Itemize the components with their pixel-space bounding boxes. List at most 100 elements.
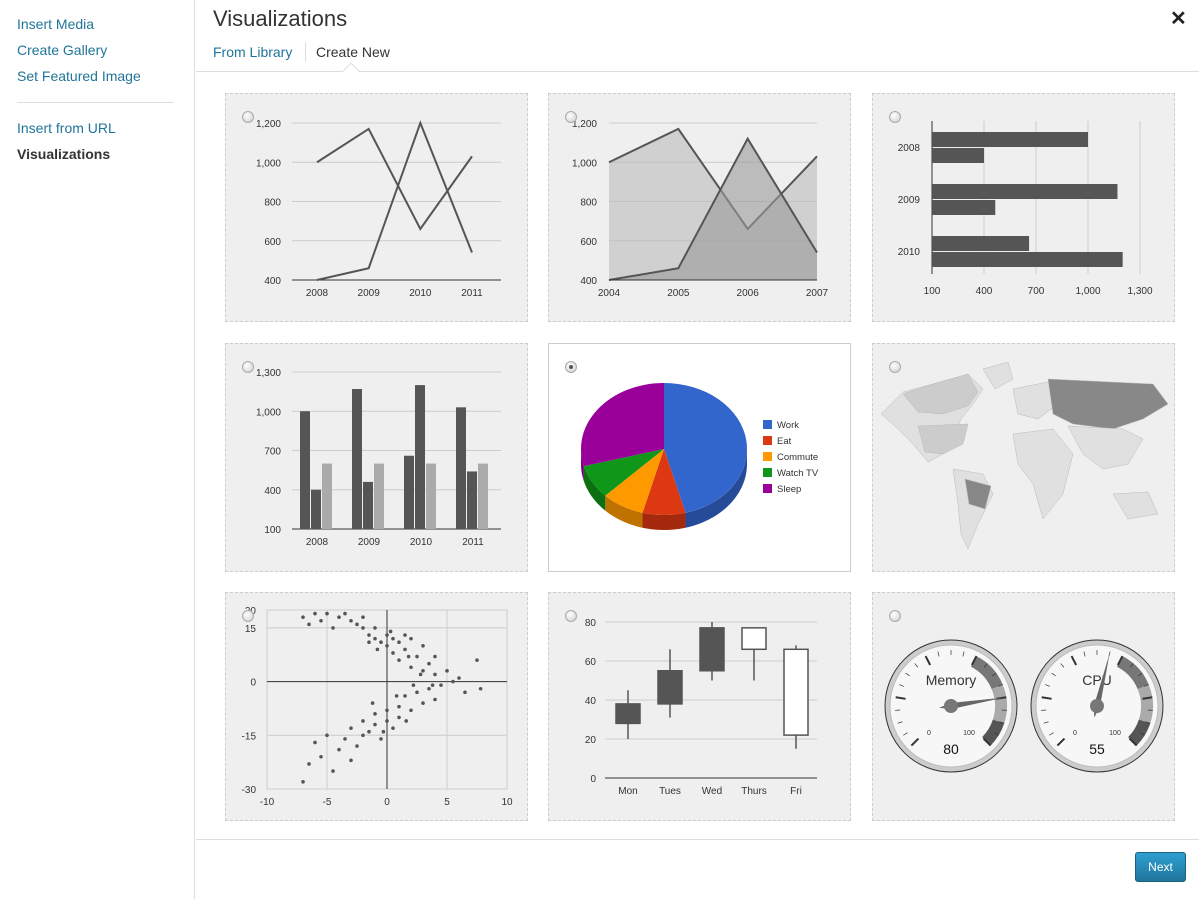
select-radio[interactable] <box>565 361 577 373</box>
line-chart-card[interactable]: 400 600 800 1,000 1,200 2008 2009 2010 2011 <box>225 93 528 322</box>
data-point <box>367 729 371 734</box>
bar <box>404 455 414 529</box>
y-tick-label: 1,200 <box>572 119 597 130</box>
data-point <box>385 719 389 723</box>
data-point <box>313 611 317 616</box>
sidebar-item-visualizations[interactable]: Visualizations <box>17 146 110 162</box>
data-point <box>343 611 347 616</box>
data-point <box>375 647 380 652</box>
pie-slice-side <box>642 512 686 530</box>
select-radio[interactable] <box>242 361 254 373</box>
candle-body <box>699 627 725 672</box>
data-point <box>373 636 377 641</box>
country-asia <box>1067 425 1144 470</box>
select-radio[interactable] <box>889 610 901 622</box>
y-tick-label: 0 <box>590 774 596 785</box>
y-tick-label: 1,000 <box>256 407 281 418</box>
x-tick-label: -10 <box>260 797 275 808</box>
x-tick-label: 700 <box>1028 286 1045 297</box>
select-radio[interactable] <box>242 111 254 123</box>
data-point <box>397 658 401 662</box>
y-tick-label: -30 <box>242 785 257 796</box>
bar <box>311 489 321 529</box>
gauge-max-label: 100 <box>1109 730 1121 737</box>
candlestick-chart-card[interactable]: 0 20 40 60 80 Mon Tues Wed Thurs Fri <box>548 592 851 821</box>
legend-label: Work <box>777 420 799 431</box>
data-point <box>433 654 437 659</box>
column-chart-card[interactable]: 100 400 700 1,000 1,300 2008 2009 2010 2011 <box>225 343 528 572</box>
data-point <box>301 780 305 784</box>
sidebar-item-insert-from-url[interactable]: Insert from URL <box>17 120 116 136</box>
y-tick-label: 400 <box>580 276 597 287</box>
bar <box>456 407 466 529</box>
data-point <box>397 704 401 709</box>
next-button[interactable]: Next <box>1135 852 1186 882</box>
data-point <box>373 712 377 716</box>
data-point <box>373 722 377 727</box>
x-tick-label: -5 <box>323 797 332 808</box>
data-point <box>391 726 395 730</box>
data-point <box>349 758 353 763</box>
y-tick-label: 1,200 <box>256 119 281 130</box>
gauge-hub <box>944 699 958 713</box>
bar <box>478 463 488 529</box>
country-greenland <box>982 361 1014 390</box>
y-tick-label: 1,300 <box>256 368 281 379</box>
data-point <box>409 636 413 641</box>
data-point <box>421 669 425 673</box>
scatter-chart-card[interactable]: -10-50510-30-1501520 <box>225 592 528 821</box>
data-point <box>409 665 413 670</box>
data-point <box>355 622 359 627</box>
gauge-chart-card[interactable]: Memory 0 100 80 CPU 0 100 55 <box>872 592 1175 821</box>
sidebar-item-create-gallery[interactable]: Create Gallery <box>17 42 107 58</box>
select-radio[interactable] <box>889 111 901 123</box>
geo-chart-card[interactable] <box>872 343 1175 572</box>
gauge-min-label: 0 <box>927 730 931 737</box>
data-point <box>361 626 365 630</box>
x-tick-label: Wed <box>702 786 722 797</box>
gauge-chart: Memory 0 100 80 CPU 0 100 55 <box>884 639 1164 773</box>
data-point <box>301 615 305 619</box>
pie-chart: Work Eat Commute Watch TV Sleep <box>581 383 819 530</box>
x-tick-label: 400 <box>976 286 993 297</box>
data-point <box>397 640 401 645</box>
country-usa <box>917 423 969 455</box>
data-point <box>411 683 416 687</box>
x-tick-label: 1,300 <box>1127 286 1152 297</box>
pie-chart-card[interactable]: Work Eat Commute Watch TV Sleep <box>548 343 851 572</box>
select-radio[interactable] <box>565 610 577 622</box>
candle-body <box>615 703 641 725</box>
data-point <box>307 762 311 766</box>
bar <box>415 385 425 529</box>
x-tick-label: 2005 <box>667 288 690 299</box>
y-tick-label: 0 <box>250 678 256 689</box>
candlestick-chart: 0 20 40 60 80 Mon Tues Wed Thurs Fri <box>585 618 817 797</box>
data-point <box>331 626 335 630</box>
x-tick-label: 2009 <box>358 537 381 548</box>
area-chart-card[interactable]: 400 600 800 1,000 1,200 2004 2005 2006 2007 <box>548 93 851 322</box>
tab-create-new[interactable]: Create New <box>316 44 390 60</box>
data-point <box>421 644 425 648</box>
horizontal-bar-chart-card[interactable]: 100 400 700 1,000 1,300 2008 2009 2010 <box>872 93 1175 322</box>
sidebar-item-set-featured-image[interactable]: Set Featured Image <box>17 68 141 84</box>
y-tick-label: 600 <box>264 237 281 248</box>
sidebar-item-insert-media[interactable]: Insert Media <box>17 16 94 32</box>
y-tick-label: 800 <box>264 198 281 209</box>
tab-from-library[interactable]: From Library <box>213 44 292 60</box>
data-point <box>349 726 353 730</box>
y-tick-label: -15 <box>242 731 257 742</box>
line-chart: 400 600 800 1,000 1,200 2008 2009 2010 2011 <box>256 119 501 299</box>
select-radio[interactable] <box>565 111 577 123</box>
x-tick-label: Mon <box>618 786 637 797</box>
data-point <box>319 754 323 759</box>
bar <box>932 148 984 163</box>
y-tick-label: 700 <box>264 447 281 458</box>
data-point <box>370 701 375 705</box>
data-point <box>404 719 408 723</box>
data-point <box>478 686 483 691</box>
select-radio[interactable] <box>889 361 901 373</box>
close-icon[interactable]: ✕ <box>1170 6 1187 31</box>
select-radio[interactable] <box>242 610 254 622</box>
footer-divider <box>196 839 1199 840</box>
data-point <box>385 708 389 713</box>
